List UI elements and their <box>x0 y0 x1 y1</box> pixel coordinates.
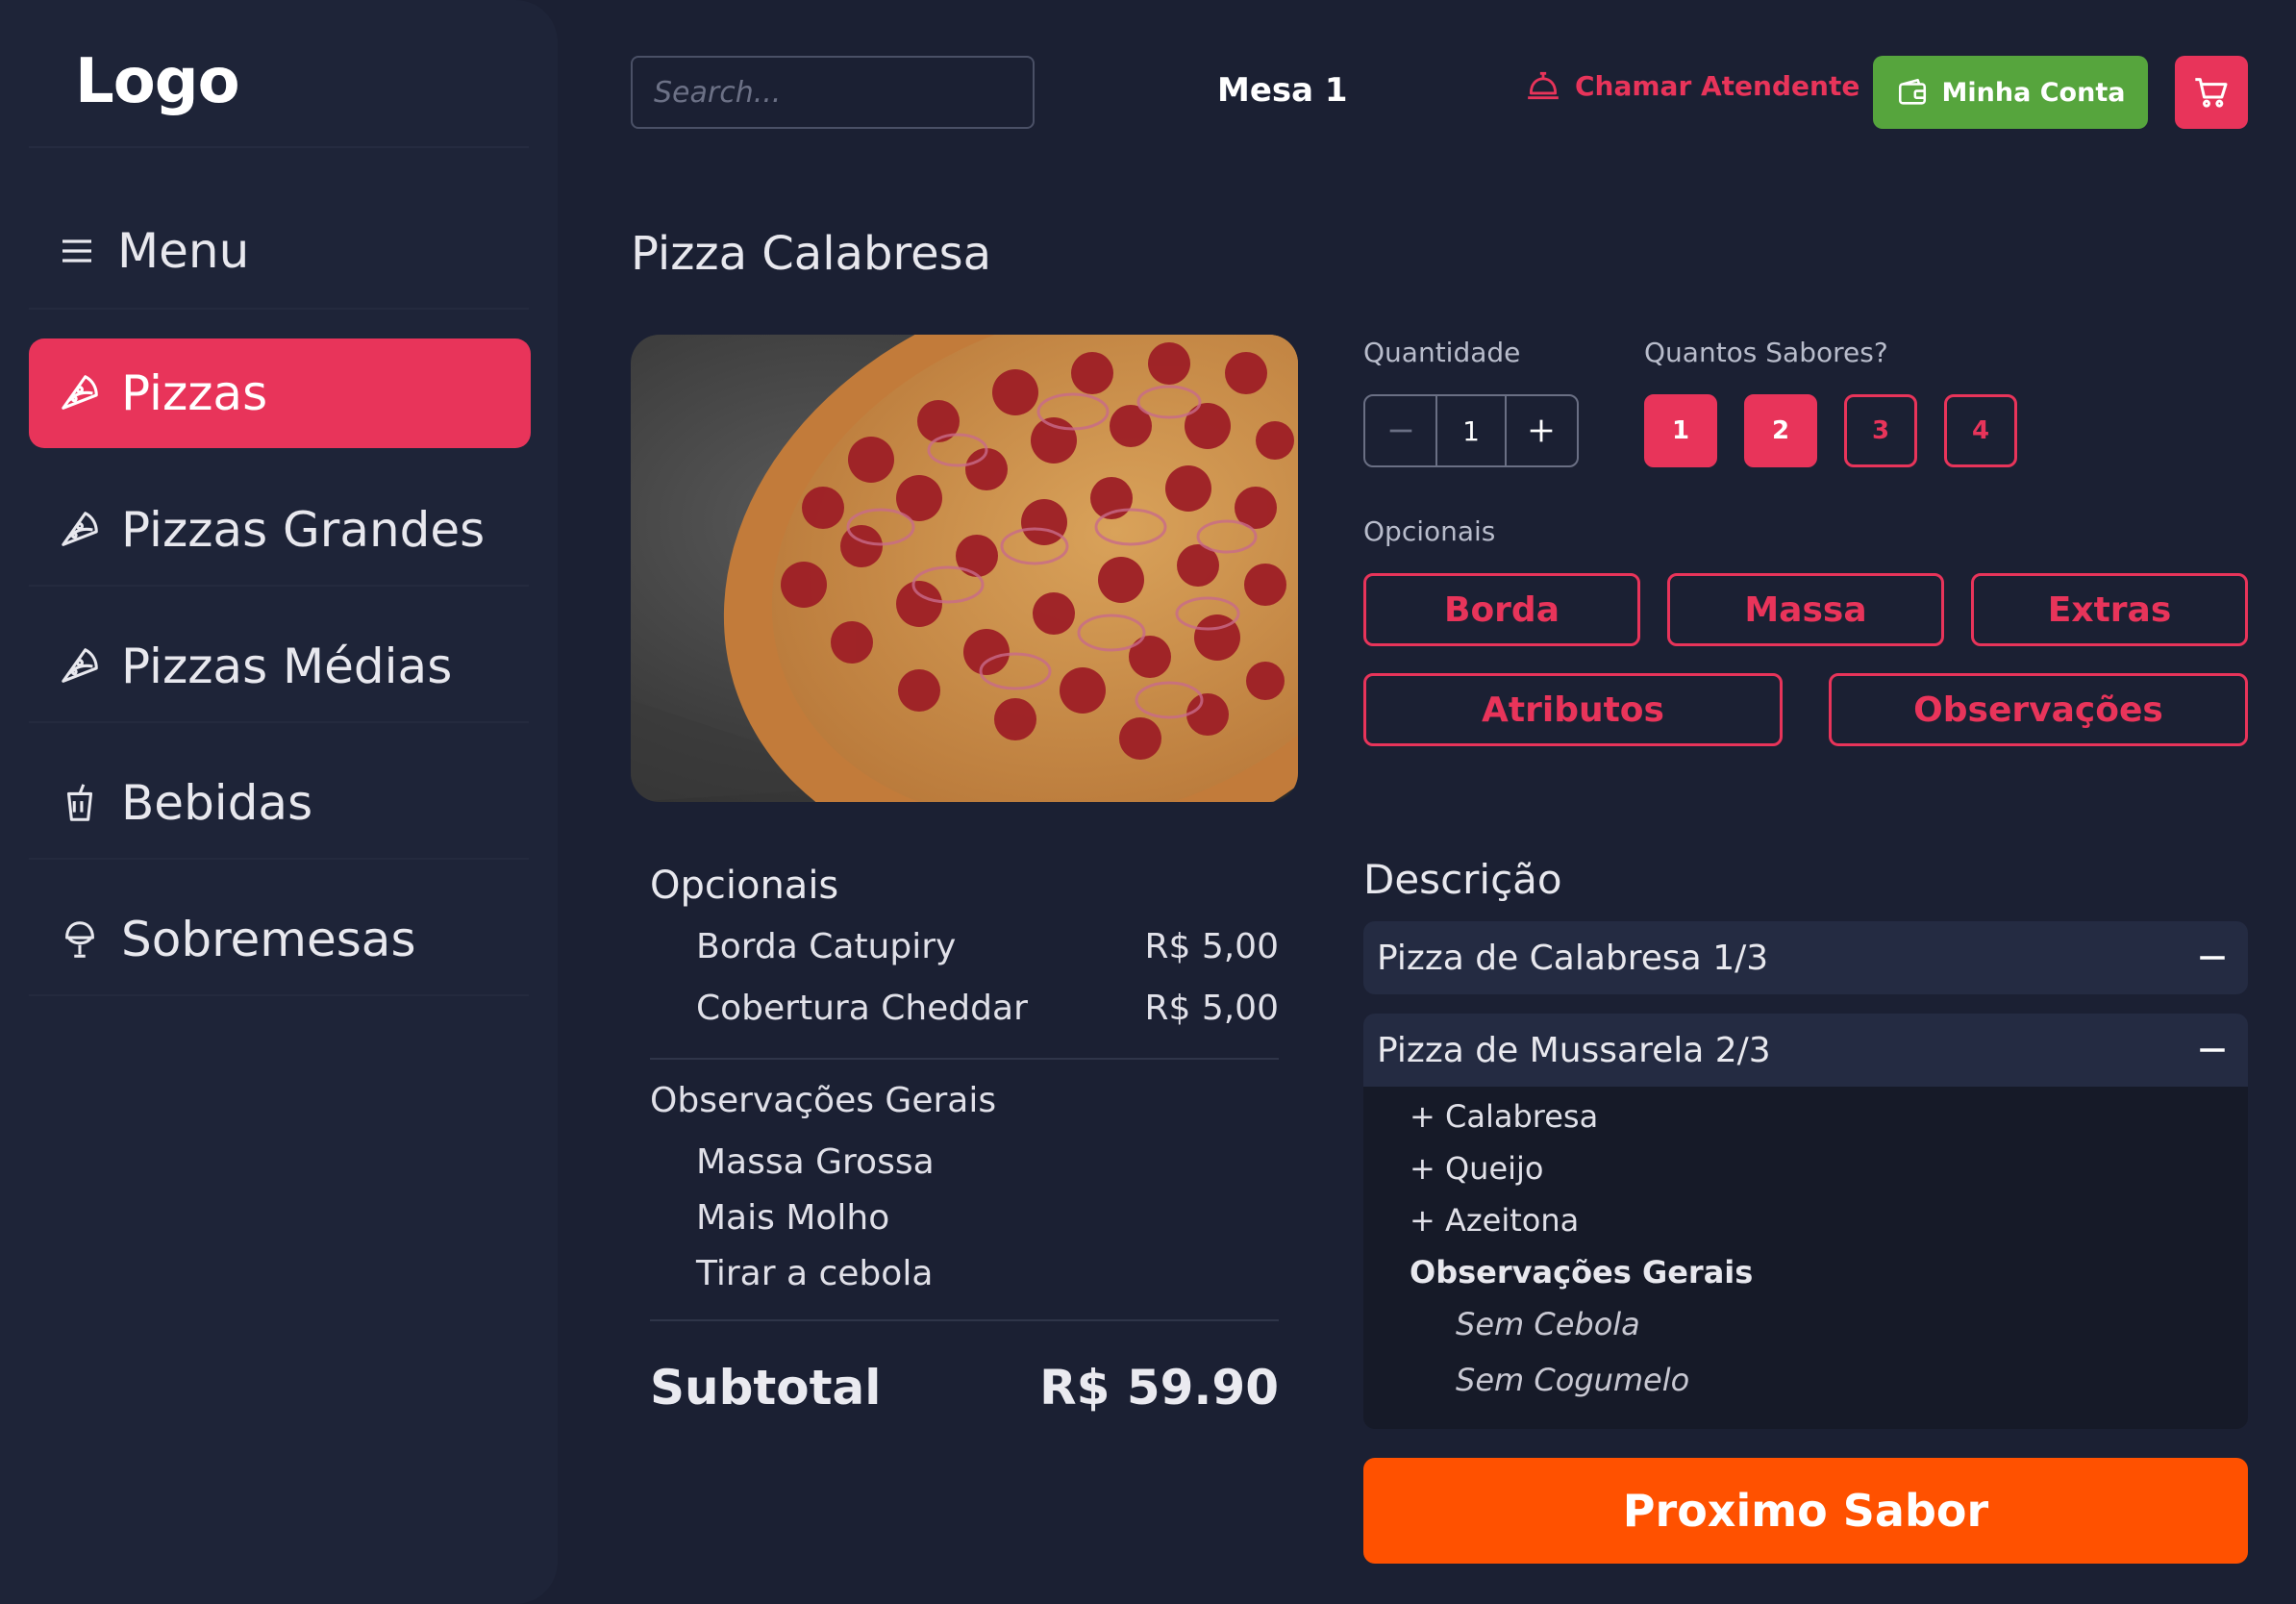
optionals-label: Opcionais <box>1363 515 1496 547</box>
cart-button[interactable] <box>2175 56 2248 129</box>
page-title: Pizza Calabresa <box>631 227 992 281</box>
menu-label: Menu <box>117 223 250 279</box>
sidebar-item-pizzas-medias[interactable]: Pizzas Médias <box>29 612 531 721</box>
divider <box>650 1319 1279 1321</box>
call-waiter-button[interactable]: Chamar Atendente <box>1525 67 1859 104</box>
wallet-icon <box>1898 78 1926 105</box>
search-input[interactable] <box>631 56 1035 129</box>
observation-item: Tirar a cebola <box>696 1254 934 1293</box>
massa-button[interactable]: Massa <box>1667 573 1944 646</box>
sidebar-item-label: Sobremesas <box>121 912 416 967</box>
borda-button[interactable]: Borda <box>1363 573 1640 646</box>
optional-price: R$ 5,00 <box>1144 927 1279 966</box>
summary-optional-row: Cobertura Cheddar R$ 5,00 <box>696 989 1279 1028</box>
ice-cream-icon <box>65 921 94 958</box>
collapse-icon[interactable] <box>2196 1034 2229 1066</box>
flavor-accordion-body: + Calabresa + Queijo + Azeitona Observaç… <box>1363 1087 2248 1429</box>
flavors-label: Quantos Sabores? <box>1644 337 1888 368</box>
increase-button[interactable] <box>1507 396 1577 465</box>
account-label: Minha Conta <box>1941 77 2126 108</box>
menu-header[interactable]: Menu <box>58 223 249 279</box>
summary-optional-row: Borda Catupiry R$ 5,00 <box>696 927 1279 966</box>
flavor-count-3-button[interactable]: 3 <box>1844 394 1917 467</box>
sidebar-item-label: Bebidas <box>121 775 313 831</box>
flavor-name: Pizza de Mussarela 2/3 <box>1377 1030 1771 1070</box>
divider <box>29 308 529 310</box>
flavor-count-1-button[interactable]: 1 <box>1644 394 1717 467</box>
flavor-observations-title: Observações Gerais <box>1410 1254 1754 1291</box>
decrease-button[interactable] <box>1365 396 1435 465</box>
quantity-stepper: 1 <box>1363 394 1579 467</box>
pizza-photo <box>631 335 1298 802</box>
flavor-name: Pizza de Calabresa 1/3 <box>1377 938 1769 978</box>
divider <box>29 146 529 148</box>
quantity-value[interactable]: 1 <box>1435 396 1507 465</box>
pizza-slice-icon <box>62 375 98 410</box>
next-flavor-button[interactable]: Proximo Sabor <box>1363 1458 2248 1564</box>
observation-item: Mais Molho <box>696 1198 890 1238</box>
sidebar-item-sobremesas[interactable]: Sobremesas <box>29 885 531 994</box>
collapse-icon[interactable] <box>2196 941 2229 974</box>
extras-button[interactable]: Extras <box>1971 573 2248 646</box>
sidebar-item-label: Pizzas Grandes <box>121 502 486 558</box>
divider <box>29 721 529 723</box>
quantity-label: Quantidade <box>1363 337 1521 368</box>
ingredient-item: + Queijo <box>1410 1150 1544 1187</box>
table-label: Mesa 1 <box>1217 71 1348 110</box>
observation-item: Massa Grossa <box>696 1142 935 1182</box>
summary-observations-title: Observações Gerais <box>650 1081 997 1120</box>
sidebar-item-label: Pizzas Médias <box>121 639 453 694</box>
hamburger-icon <box>62 239 91 263</box>
sidebar: Logo Menu Pizzas Pizzas Grandes Pizzas M… <box>0 0 558 1604</box>
service-bell-icon <box>1528 71 1559 100</box>
ingredient-item: + Calabresa <box>1410 1098 1599 1135</box>
sidebar-item-bebidas[interactable]: Bebidas <box>29 748 531 858</box>
minus-icon <box>1389 429 1411 433</box>
pizza-slice-icon <box>62 648 98 683</box>
flavor-observation-item: Sem Cogumelo <box>1456 1362 1690 1398</box>
flavor-accordion-mussarela[interactable]: Pizza de Mussarela 2/3 <box>1363 1014 2248 1087</box>
subtotal-label: Subtotal <box>650 1360 882 1416</box>
optional-price: R$ 5,00 <box>1144 989 1279 1028</box>
divider <box>29 994 529 996</box>
drink-cup-icon <box>66 784 93 821</box>
flavor-observation-item: Sem Cebola <box>1456 1306 1640 1342</box>
cart-icon <box>2195 78 2228 108</box>
account-button[interactable]: Minha Conta <box>1873 56 2148 129</box>
divider <box>29 585 529 587</box>
logo: Logo <box>75 46 240 117</box>
sidebar-item-pizzas[interactable]: Pizzas <box>29 338 531 448</box>
flavor-count-2-button[interactable]: 2 <box>1744 394 1817 467</box>
pizza-image <box>631 335 1298 802</box>
summary-optionals-title: Opcionais <box>650 864 839 908</box>
flavor-accordion-calabresa[interactable]: Pizza de Calabresa 1/3 <box>1363 921 2248 994</box>
atributos-button[interactable]: Atributos <box>1363 673 1783 746</box>
subtotal-value: R$ 59.90 <box>1039 1360 1279 1416</box>
plus-icon <box>1531 419 1553 442</box>
optional-name: Cobertura Cheddar <box>696 989 1028 1028</box>
divider <box>29 858 529 860</box>
flavor-count-4-button[interactable]: 4 <box>1944 394 2017 467</box>
sidebar-item-pizzas-grandes[interactable]: Pizzas Grandes <box>29 475 531 585</box>
sidebar-item-label: Pizzas <box>121 365 268 421</box>
call-waiter-label: Chamar Atendente <box>1575 69 1860 102</box>
description-title: Descrição <box>1363 856 1562 903</box>
ingredient-item: + Azeitona <box>1410 1202 1580 1239</box>
observacoes-button[interactable]: Observações <box>1829 673 2248 746</box>
subtotal-row: Subtotal R$ 59.90 <box>650 1360 1279 1416</box>
optional-name: Borda Catupiry <box>696 927 957 966</box>
divider <box>650 1058 1279 1060</box>
pizza-slice-icon <box>62 512 98 546</box>
